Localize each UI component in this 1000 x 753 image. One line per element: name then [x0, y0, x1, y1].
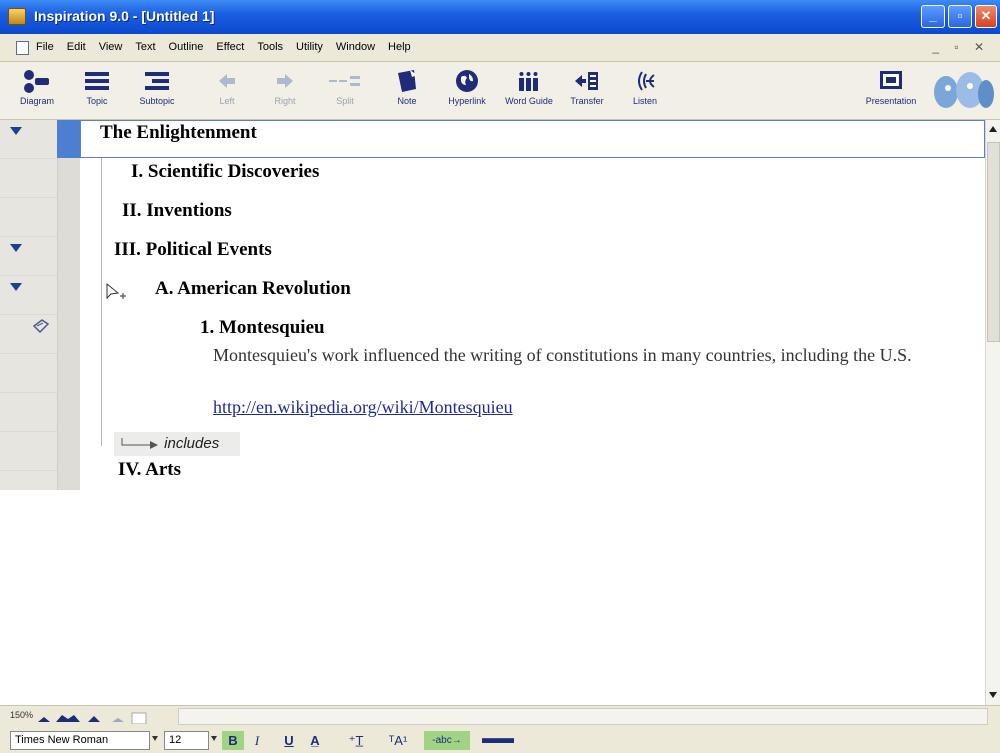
maximize-button[interactable]: ▫ — [948, 5, 972, 28]
menu-view[interactable]: View — [99, 41, 123, 53]
collapse-triangle-icon[interactable] — [10, 244, 22, 252]
italic-button[interactable]: I — [248, 731, 266, 750]
menu-window[interactable]: Window — [336, 41, 375, 53]
subtopic-button[interactable]: Subtopic — [122, 66, 192, 106]
vertical-scrollbar[interactable] — [985, 120, 1000, 705]
menu-utility[interactable]: Utility — [296, 41, 323, 53]
topic-scientific-discoveries[interactable]: I. Scientific Discoveries — [131, 161, 319, 183]
relationship-link[interactable]: includes — [114, 432, 240, 456]
menu-edit[interactable]: Edit — [67, 41, 86, 53]
menu-outline[interactable]: Outline — [169, 41, 204, 53]
link-arrow-icon — [121, 438, 158, 450]
subtopic-montesquieu[interactable]: 1. Montesquieu — [200, 317, 325, 339]
menu-tools[interactable]: Tools — [257, 41, 283, 53]
scroll-down-icon[interactable] — [989, 692, 997, 698]
underline-button[interactable]: U — [280, 731, 298, 750]
size-dropdown-icon[interactable] — [211, 736, 217, 741]
scroll-thumb[interactable] — [987, 142, 1000, 342]
window-title: Inspiration 9.0 - [Untitled 1] — [34, 8, 215, 24]
format-bar: Times New Roman 12 B I U A̲ ⁺T̲ ᵀA¹ -abc… — [0, 727, 1000, 753]
presentation-button[interactable]: Presentation — [856, 66, 926, 106]
presentation-icon — [856, 66, 926, 96]
note-text[interactable]: Montesquieu's work influenced the writin… — [213, 343, 953, 367]
menu-text[interactable]: Text — [135, 41, 155, 53]
hyperlink-button[interactable]: Hyperlink — [432, 66, 502, 106]
subtopic-icon — [122, 66, 192, 96]
main-toolbar: Diagram Topic Subtopic Left Right Split — [0, 62, 1000, 120]
outline-gutter-column — [57, 120, 80, 490]
bold-button[interactable]: B — [222, 731, 244, 750]
topic-arts[interactable]: IV. Arts — [118, 459, 181, 481]
title-bar: Inspiration 9.0 - [Untitled 1] _ ▫ ✕ — [0, 0, 1000, 34]
outline-guide-line — [101, 158, 102, 446]
note-indicator-icon[interactable] — [32, 318, 50, 337]
relationship-label: includes — [164, 435, 220, 452]
menu-help[interactable]: Help — [388, 41, 411, 53]
font-size-icon[interactable]: ᵀA¹ — [386, 731, 410, 750]
text-style-icon[interactable]: ⁺T̲ — [344, 731, 368, 750]
selected-row-marker — [57, 120, 80, 158]
split-icon — [310, 66, 380, 96]
listen-button[interactable]: Listen — [610, 66, 680, 106]
subtopic-american-revolution[interactable]: A. American Revolution — [155, 278, 351, 300]
cursor-icon — [106, 282, 128, 306]
menu-effect[interactable]: Effect — [216, 41, 244, 53]
mdi-controls[interactable]: _ ▫ ✕ — [932, 40, 990, 54]
collapse-triangle-icon[interactable] — [10, 283, 22, 291]
main-idea-text[interactable]: The Enlightenment — [100, 122, 257, 144]
font-size-select[interactable]: 12 — [164, 731, 209, 750]
app-icon — [8, 8, 26, 25]
font-dropdown-icon[interactable] — [152, 736, 158, 741]
collapse-triangle-icon[interactable] — [10, 127, 22, 135]
menu-bar: File Edit View Text Outline Effect Tools… — [0, 34, 1000, 62]
minimize-button[interactable]: _ — [921, 5, 945, 28]
zoom-level: 150% — [10, 710, 34, 720]
topic-inventions[interactable]: II. Inventions — [122, 200, 232, 222]
listen-icon — [610, 66, 680, 96]
outline-style-icon[interactable]: ▬▬ — [482, 731, 514, 750]
close-button[interactable]: ✕ — [975, 5, 997, 28]
scroll-up-icon[interactable] — [989, 126, 997, 132]
link-label-button[interactable]: -abc→ — [424, 731, 470, 750]
zoom-bar: 150% — [0, 705, 1000, 727]
text-color-button[interactable]: A̲ — [306, 731, 324, 750]
split-button[interactable]: Split — [310, 66, 380, 106]
font-family-select[interactable]: Times New Roman — [10, 731, 150, 750]
hyperlink-text[interactable]: http://en.wikipedia.org/wiki/Montesquieu — [213, 397, 513, 418]
horizontal-scrollbar[interactable] — [178, 708, 988, 725]
topic-political-events[interactable]: III. Political Events — [114, 239, 272, 261]
document-icon[interactable] — [16, 41, 29, 55]
zoom-controls[interactable] — [36, 712, 156, 727]
globe-icon — [432, 66, 502, 96]
mascot-logo — [930, 66, 994, 114]
menu-file[interactable]: File — [36, 41, 54, 53]
